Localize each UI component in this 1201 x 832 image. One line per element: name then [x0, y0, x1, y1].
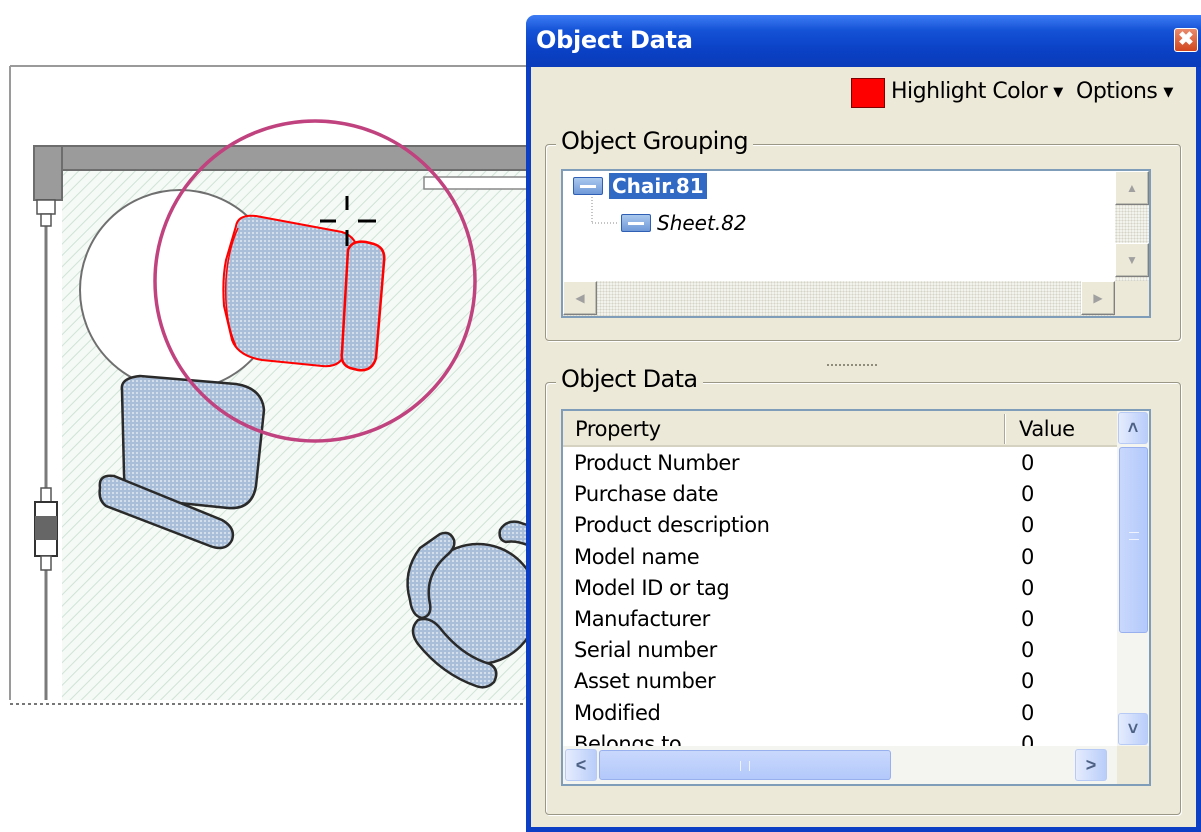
property-value: 0	[1021, 607, 1034, 631]
scroll-up-button[interactable]: ▲	[1115, 171, 1149, 205]
tree-node-label: Chair.81	[609, 173, 707, 199]
tree-node-label: Sheet.82	[657, 211, 747, 235]
scroll-up-button[interactable]: ˄	[1118, 412, 1148, 444]
scroll-left-button[interactable]: <	[565, 749, 597, 781]
object-grouping-group: Object Grouping Chair.81 Sheet.82 ▲ ▼ ◀ …	[545, 127, 1181, 341]
vertical-scroll-thumb[interactable]	[1119, 447, 1148, 633]
property-table[interactable]: Property Value Product Number 0 Purchase d…	[561, 409, 1151, 786]
tree-node-sheet[interactable]: Sheet.82	[621, 211, 747, 235]
options-label: Options	[1076, 79, 1158, 104]
table-row[interactable]: Serial number 0	[574, 638, 1114, 669]
wall-corner	[33, 145, 63, 201]
highlight-color-dropdown[interactable]: Highlight Color ▼	[891, 79, 1063, 104]
property-name: Modified	[574, 700, 661, 725]
scrollbar-corner	[1115, 281, 1149, 316]
property-value: 0	[1021, 638, 1034, 663]
property-name: Model name	[574, 544, 700, 569]
table-row[interactable]: Manufacturer 0	[574, 607, 1114, 638]
options-dropdown[interactable]: Options ▼	[1076, 79, 1173, 104]
table-row[interactable]: Model ID or tag 0	[574, 576, 1114, 607]
highlight-color-swatch[interactable]	[851, 78, 885, 108]
property-name: Model ID or tag	[574, 575, 730, 600]
property-value: 0	[1021, 575, 1034, 600]
property-name: Purchase date	[574, 482, 719, 507]
table-row[interactable]: Product description 0	[574, 513, 1114, 544]
chevron-down-icon: ▼	[1053, 85, 1063, 100]
object-grouping-legend: Object Grouping	[556, 127, 753, 155]
tree-horizontal-scrollbar[interactable]	[563, 281, 1115, 316]
property-value: 0	[1021, 669, 1034, 694]
object-grouping-tree[interactable]: Chair.81 Sheet.82 ▲ ▼ ◀ ▶	[561, 169, 1151, 318]
thumb-grip	[1129, 532, 1139, 540]
property-value: 0	[1021, 513, 1034, 538]
highlight-color-label: Highlight Color	[891, 79, 1048, 104]
column-divider[interactable]	[1004, 414, 1006, 444]
property-name: Manufacturer	[574, 607, 710, 631]
floor-plan-canvas[interactable]	[0, 0, 530, 832]
table-row[interactable]: Modified 0	[574, 701, 1114, 732]
scroll-right-button[interactable]: ▶	[1081, 281, 1115, 315]
object-data-legend: Object Data	[556, 365, 703, 393]
scroll-down-button[interactable]: ˅	[1118, 713, 1148, 745]
object-data-group: Object Data Property Value Product Numbe…	[545, 365, 1181, 815]
horizontal-scroll-thumb[interactable]	[599, 750, 891, 780]
splitter-grip[interactable]	[827, 364, 877, 368]
thumb-grip	[740, 761, 750, 771]
scroll-down-button[interactable]: ▼	[1115, 243, 1149, 277]
scrollbar-corner	[1117, 746, 1149, 784]
table-header: Property Value	[563, 411, 1117, 447]
table-row[interactable]: Model name 0	[574, 545, 1114, 576]
outlet-mid	[35, 516, 57, 540]
scroll-left-button[interactable]: ◀	[563, 281, 597, 315]
table-row[interactable]: Asset number 0	[574, 669, 1114, 700]
table-row[interactable]: Purchase date 0	[574, 482, 1114, 513]
title-bar[interactable]: Object Data ✖	[526, 15, 1201, 67]
panel-body: Highlight Color ▼ Options ▼ Object Groupin…	[531, 67, 1196, 827]
property-name: Serial number	[574, 638, 717, 663]
property-value: 0	[1021, 700, 1034, 725]
wall-top	[33, 145, 530, 171]
property-name: Product description	[574, 513, 770, 538]
scroll-right-button[interactable]: >	[1075, 749, 1107, 781]
property-value: 0	[1021, 544, 1034, 569]
outlet-top	[40, 487, 52, 503]
close-icon[interactable]: ✖	[1174, 28, 1198, 52]
shape-icon	[573, 177, 603, 195]
property-value: 0	[1021, 482, 1034, 507]
table-row[interactable]: Product Number 0	[574, 451, 1114, 482]
outlet-bottom	[40, 555, 52, 571]
tree-node-chair[interactable]: Chair.81	[573, 173, 707, 199]
property-name: Asset number	[574, 669, 716, 694]
wall-fixture-2	[40, 213, 52, 227]
property-value: 0	[1021, 451, 1034, 475]
floor-plan-drawing	[9, 65, 530, 705]
object-data-window: Object Data ✖ Highlight Color ▼ Options ▼ …	[526, 15, 1201, 832]
column-header-property[interactable]: Property	[575, 417, 661, 441]
shape-icon	[621, 214, 651, 232]
wall-fixture-1	[36, 199, 56, 215]
window-title: Object Data	[536, 26, 693, 54]
chevron-down-icon: ▼	[1163, 85, 1173, 100]
column-header-value[interactable]: Value	[1019, 417, 1075, 441]
property-name: Product Number	[574, 451, 740, 475]
